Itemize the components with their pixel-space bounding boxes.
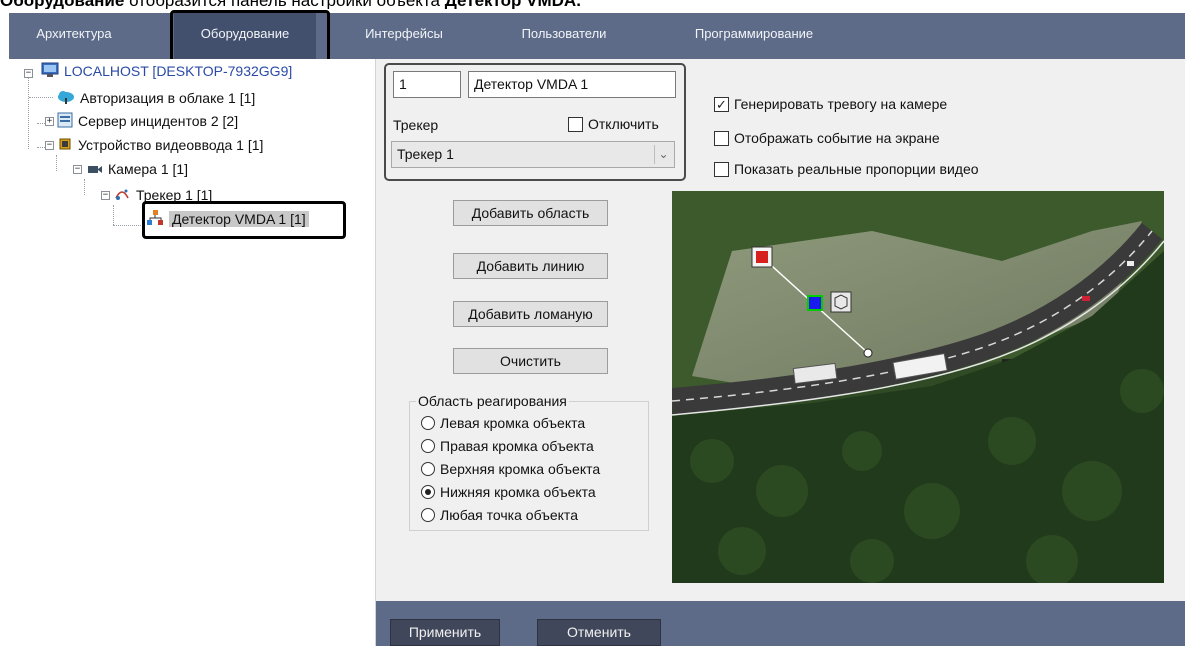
tree-item-label: Трекер 1 [1] — [136, 187, 213, 203]
show-event-checkbox[interactable] — [714, 131, 729, 146]
tab-interfaces[interactable]: Интерфейсы — [354, 13, 454, 59]
disable-label: Отключить — [588, 116, 659, 132]
tree-item-label: LOCALHOST [DESKTOP-7932GG9] — [64, 63, 293, 79]
add-line-button[interactable]: Добавить линию — [453, 253, 608, 279]
show-event-label: Отображать событие на экране — [734, 130, 940, 146]
footer-bar: Применить Отменить — [376, 601, 1185, 646]
top-nav-bar: Архитектура Оборудование Интерфейсы Поль… — [9, 13, 1185, 59]
computer-icon — [41, 62, 59, 83]
tracker-select-value: Трекер 1 — [397, 146, 454, 162]
tree-item-incident-server[interactable]: Сервер инцидентов 2 [2] — [57, 111, 238, 131]
settings-panel: 1 Детектор VMDA 1 Трекер Отключить Треке… — [376, 59, 1185, 601]
caption-text: отобразится панель настройки объекта — [124, 0, 444, 9]
caption-bold-prefix: Оборудование — [0, 0, 124, 9]
tree-item-label: Детектор VMDA 1 [1] — [169, 211, 309, 228]
tree-item-vmda-detector[interactable]: Детектор VMDA 1 [1] — [146, 209, 309, 229]
tree-item-label: Авторизация в облаке 1 [1] — [80, 90, 256, 106]
add-area-button[interactable]: Добавить область — [453, 200, 608, 226]
tab-users[interactable]: Пользователи — [509, 13, 619, 59]
collapse-camera-icon[interactable]: − — [73, 165, 82, 174]
generate-alarm-checkbox[interactable]: ✓ — [714, 97, 729, 112]
camera-icon — [87, 160, 103, 180]
page-caption: Оборудование отобразится панель настройк… — [0, 0, 1187, 9]
tracker-icon — [113, 186, 131, 207]
add-polyline-button[interactable]: Добавить ломаную — [453, 301, 608, 327]
tab-equipment[interactable]: Оборудование — [174, 13, 316, 59]
tree-item-localhost[interactable]: LOCALHOST [DESKTOP-7932GG9] — [41, 61, 292, 81]
object-tree: − LOCALHOST [DESKTOP-7932GG9] Авторизаци… — [9, 59, 376, 646]
radio-bottom-edge[interactable] — [421, 485, 435, 499]
tree-item-label: Камера 1 [1] — [108, 161, 189, 177]
radio-right-edge-label: Правая кромка объекта — [440, 438, 594, 454]
id-field[interactable]: 1 — [393, 71, 461, 98]
apply-button[interactable]: Применить — [390, 619, 500, 646]
cloud-icon — [57, 89, 75, 109]
radio-any-point-label: Любая точка объекта — [440, 507, 578, 523]
expand-incident-server-icon[interactable]: + — [45, 117, 54, 126]
tree-item-camera[interactable]: Камера 1 [1] — [87, 159, 188, 179]
chip-icon — [57, 136, 73, 157]
cancel-button[interactable]: Отменить — [537, 619, 661, 646]
radio-left-edge-label: Левая кромка объекта — [440, 415, 586, 431]
collapse-video-device-icon[interactable]: − — [45, 141, 54, 150]
reaction-area-title: Область реагирования — [416, 393, 569, 409]
video-preview[interactable] — [672, 191, 1164, 583]
tab-architecture[interactable]: Архитектура — [19, 13, 129, 59]
name-field[interactable]: Детектор VMDA 1 — [468, 71, 676, 98]
server-icon — [57, 112, 73, 133]
tree-item-label: Устройство видеоввода 1 [1] — [78, 137, 264, 153]
clear-button[interactable]: Очистить — [453, 348, 608, 374]
generate-alarm-label: Генерировать тревогу на камере — [734, 96, 948, 112]
caption-bold-suffix: Детектор VMDA. — [445, 0, 581, 9]
radio-left-edge[interactable] — [421, 416, 435, 430]
tracker-label: Трекер — [393, 117, 439, 133]
real-proportions-label: Показать реальные пропорции видео — [734, 161, 979, 177]
tree-item-tracker[interactable]: Трекер 1 [1] — [113, 185, 212, 205]
chevron-down-icon: ⌄ — [654, 145, 672, 164]
tab-programming[interactable]: Программирование — [679, 13, 829, 59]
collapse-tracker-icon[interactable]: − — [101, 191, 110, 200]
collapse-root-icon[interactable]: − — [24, 69, 33, 78]
tree-item-video-input-device[interactable]: Устройство видеоввода 1 [1] — [57, 135, 263, 155]
tree-item-label: Сервер инцидентов 2 [2] — [78, 113, 239, 129]
radio-top-edge[interactable] — [421, 462, 435, 476]
radio-top-edge-label: Верхняя кромка объекта — [440, 461, 601, 477]
real-proportions-checkbox[interactable] — [714, 162, 729, 177]
detector-icon — [146, 209, 164, 232]
radio-bottom-edge-label: Нижняя кромка объекта — [440, 484, 596, 500]
disable-checkbox[interactable] — [568, 117, 583, 132]
tree-item-cloud-auth[interactable]: Авторизация в облаке 1 [1] — [57, 88, 255, 108]
tracker-select[interactable]: Трекер 1 ⌄ — [391, 141, 675, 168]
radio-right-edge[interactable] — [421, 439, 435, 453]
video-frame — [672, 191, 1164, 583]
radio-any-point[interactable] — [421, 508, 435, 522]
